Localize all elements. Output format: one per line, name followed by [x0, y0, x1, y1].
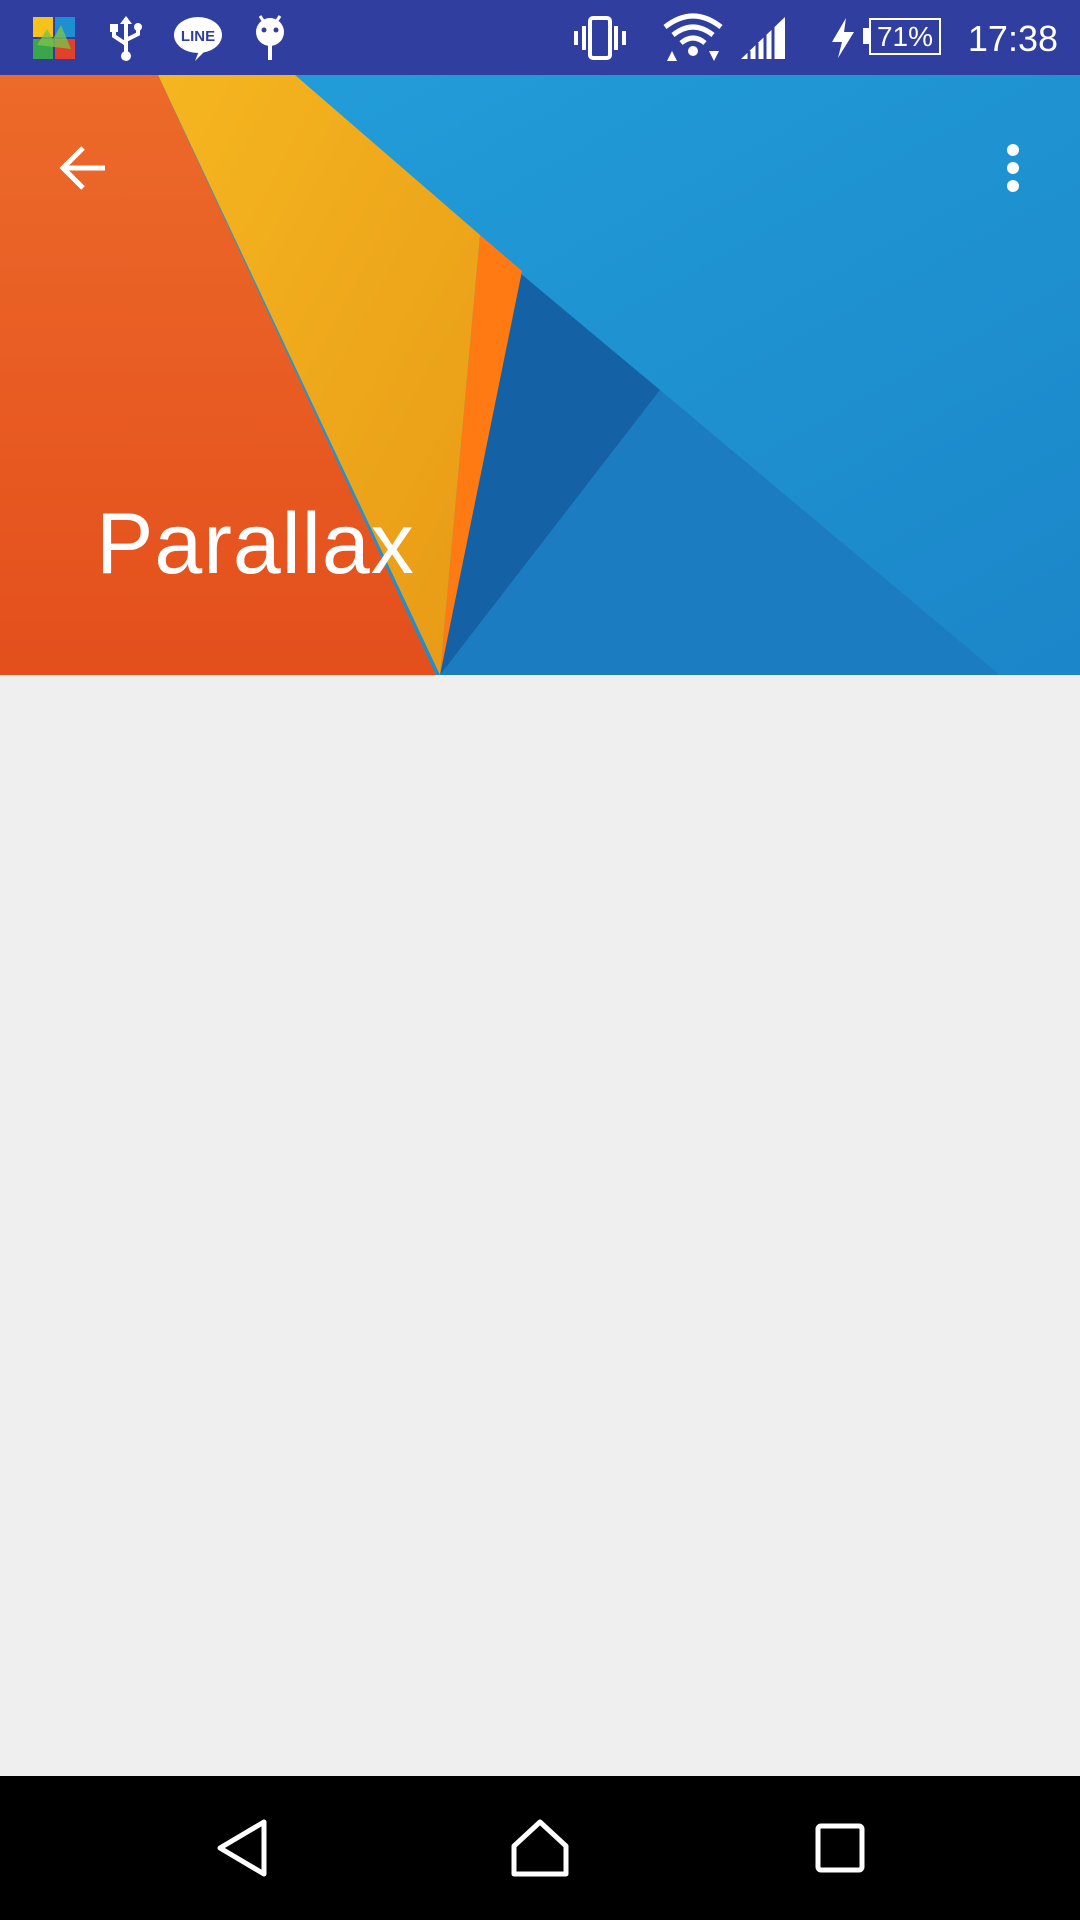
more-vert-icon [1007, 144, 1019, 192]
wifi-icon [662, 0, 724, 75]
page-title: Parallax [96, 496, 415, 592]
signal-icon [738, 0, 788, 75]
vibrate-icon [572, 0, 628, 75]
back-button[interactable] [38, 123, 128, 213]
navigation-bar [0, 1776, 1080, 1920]
overflow-menu-button[interactable] [968, 123, 1058, 213]
svg-text:LINE: LINE [181, 28, 215, 45]
android-debug-icon [248, 0, 292, 75]
battery-percent: 71% [869, 18, 941, 55]
status-bar: LINE 71% 17:38 [0, 0, 1080, 75]
avg-icon [28, 0, 80, 75]
clock: 17:38 [967, 18, 1058, 59]
charging-icon [826, 0, 858, 75]
home-icon [511, 1819, 569, 1877]
usb-icon [104, 0, 148, 75]
back-icon [217, 1819, 267, 1877]
recents-icon [815, 1823, 865, 1873]
collapsing-toolbar-header: Parallax [0, 75, 1080, 675]
nav-recents-button[interactable] [780, 1798, 900, 1898]
nav-back-button[interactable] [182, 1798, 302, 1898]
arrow-back-icon [59, 146, 105, 190]
content-area [0, 675, 1080, 1776]
line-icon: LINE [172, 0, 224, 75]
nav-home-button[interactable] [480, 1798, 600, 1898]
